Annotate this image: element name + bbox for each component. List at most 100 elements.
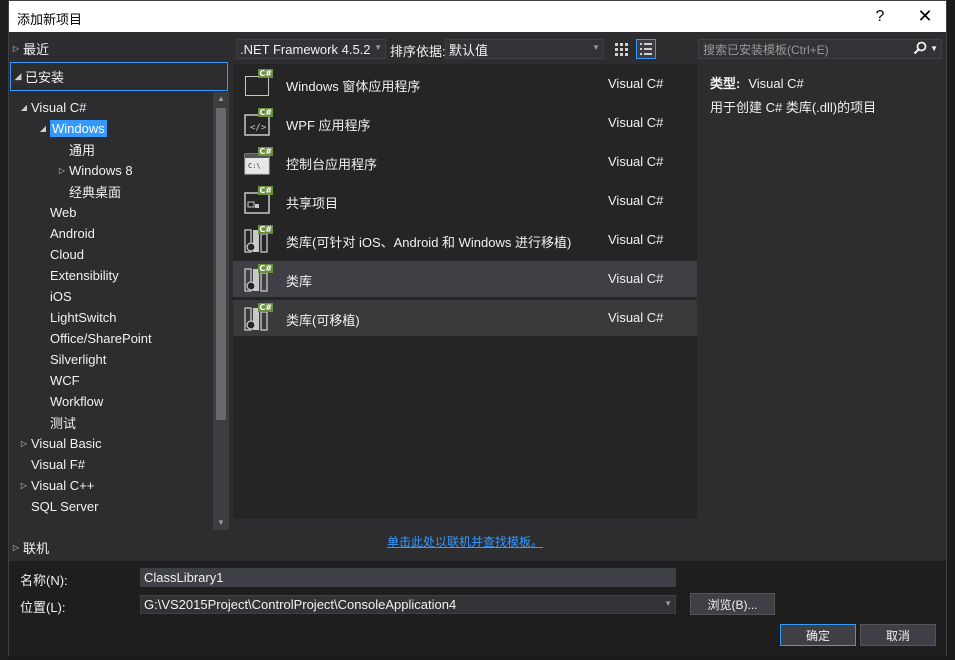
tree-node[interactable]: Office/SharePoint <box>36 328 152 349</box>
help-button[interactable]: ? <box>857 1 903 32</box>
tree-node-label: 测试 <box>50 416 77 431</box>
framework-select[interactable]: .NET Framework 4.5.2 ▼ <box>236 39 386 59</box>
scroll-up-icon[interactable]: ▲ <box>213 92 229 106</box>
tree-node-label: 联机 <box>23 540 50 556</box>
location-value: G:\VS2015Project\ControlProject\ConsoleA… <box>144 597 457 612</box>
tree-node[interactable]: iOS <box>36 286 72 307</box>
search-placeholder: 搜索已安装模板(Ctrl+E) <box>703 42 829 57</box>
tree-node-label: 最近 <box>23 41 50 57</box>
cancel-button[interactable]: 取消 <box>860 624 936 646</box>
expand-arrow-icon[interactable]: ▷ <box>9 44 23 53</box>
sort-label: 排序依据: <box>390 44 446 59</box>
framework-value: .NET Framework 4.5.2 <box>240 41 371 57</box>
tree-node[interactable]: ▷ Windows 8 <box>55 160 133 181</box>
tree-node-label: SQL Server <box>31 499 99 514</box>
tree-node[interactable]: Android <box>36 223 95 244</box>
tree-node-label: Workflow <box>50 394 104 409</box>
tree-node-recent[interactable]: ▷ 最近 <box>9 37 231 59</box>
browse-button[interactable]: 浏览(B)... <box>690 593 775 615</box>
template-language: Visual C# <box>608 271 664 286</box>
find-templates-online-link[interactable]: 单击此处以联机并查找模板。 <box>387 533 543 550</box>
template-description-panel: 类型: Visual C# 用于创建 C# 类库(.dll)的项目 <box>699 64 945 519</box>
class-library-icon: C# <box>243 303 273 333</box>
tree-node[interactable]: LightSwitch <box>36 307 116 328</box>
template-item[interactable]: C# Windows 窗体应用程序 Visual C# <box>233 66 697 102</box>
tree-node-label: Silverlight <box>50 352 107 367</box>
collapse-arrow-icon[interactable]: ◢ <box>11 71 25 82</box>
category-tree: ◢ Visual C# ◢ Windows 通用 ▷ Windows 8 经典桌面 Web And… <box>9 97 231 529</box>
chevron-down-icon[interactable]: ▼ <box>930 44 938 53</box>
tree-node-installed[interactable]: ◢ 已安装 <box>10 62 228 91</box>
tree-node[interactable]: Visual F# <box>17 454 85 475</box>
template-name: Windows 窗体应用程序 <box>286 79 421 94</box>
template-item[interactable]: C# 共享项目 Visual C# <box>233 183 697 219</box>
tree-node[interactable]: Web <box>36 202 77 223</box>
tree-node-label: Visual Basic <box>31 436 102 451</box>
tree-node-label: Visual C# <box>31 100 87 115</box>
tree-node-label: LightSwitch <box>50 310 117 325</box>
template-item[interactable]: </> C# WPF 应用程序 Visual C# <box>233 105 697 141</box>
tree-node[interactable]: Extensibility <box>36 265 119 286</box>
expand-arrow-icon[interactable]: ▷ <box>55 166 69 175</box>
expand-arrow-icon[interactable]: ▷ <box>9 543 23 552</box>
class-library-icon: C# <box>243 264 273 294</box>
search-installed-templates[interactable]: 搜索已安装模板(Ctrl+E) ▼ <box>698 39 942 59</box>
tree-node[interactable]: Silverlight <box>36 349 106 370</box>
tree-node[interactable]: ▷ Visual Basic <box>17 433 102 454</box>
tree-node-label: Extensibility <box>50 268 119 283</box>
csharp-badge-icon: C# <box>258 186 273 195</box>
tree-node[interactable]: ◢ Windows <box>36 118 107 139</box>
tree-node[interactable]: ▷ Visual C++ <box>17 475 94 496</box>
tree-scrollbar[interactable]: ▲ ▼ <box>213 92 229 530</box>
tree-node-label: 经典桌面 <box>69 185 122 200</box>
template-language: Visual C# <box>608 232 664 247</box>
tree-node[interactable]: Workflow <box>36 391 103 412</box>
dialog-title: 添加新项目 <box>17 12 83 27</box>
collapse-arrow-icon[interactable]: ◢ <box>17 103 31 112</box>
template-language: Visual C# <box>608 154 664 169</box>
template-language: Visual C# <box>608 193 664 208</box>
csharp-badge-icon: C# <box>258 108 273 117</box>
template-item[interactable]: C# 类库(可移植) Visual C# <box>233 300 697 336</box>
title-bar: 添加新项目 ? ✕ <box>9 1 946 32</box>
tree-node-label: 通用 <box>69 143 96 158</box>
tree-node[interactable]: ◢ Visual C# <box>17 97 86 118</box>
template-name: 控制台应用程序 <box>286 157 378 172</box>
add-new-item-dialog: 添加新项目 ? ✕ ▷ 最近 ◢ 已安装 ◢ Visual C# ◢ Windows 通… <box>8 0 947 656</box>
collapse-arrow-icon[interactable]: ◢ <box>36 124 50 133</box>
expand-arrow-icon[interactable]: ▷ <box>17 481 31 490</box>
chevron-down-icon[interactable]: ▼ <box>664 599 672 608</box>
template-type: 类型: Visual C# <box>710 73 804 92</box>
ok-button[interactable]: 确定 <box>780 624 856 646</box>
template-description: 用于创建 C# 类库(.dll)的项目 <box>710 100 877 115</box>
class-library-icon: C# <box>243 225 273 255</box>
name-field[interactable]: ClassLibrary1 <box>140 568 676 587</box>
template-name: 共享项目 <box>286 196 339 211</box>
search-icon[interactable] <box>913 41 927 58</box>
grid-view-button[interactable] <box>611 39 631 59</box>
scrollbar-thumb[interactable] <box>216 108 226 420</box>
tree-node-online[interactable]: ▷ 联机 <box>9 535 231 559</box>
sort-select[interactable]: 默认值 ▼ <box>445 39 604 59</box>
template-language: Visual C# <box>608 115 664 130</box>
name-value: ClassLibrary1 <box>144 570 224 585</box>
scroll-down-icon[interactable]: ▼ <box>213 516 229 530</box>
template-item[interactable]: C# 类库(可针对 iOS、Android 和 Windows 进行移植) Visu… <box>233 222 697 258</box>
expand-arrow-icon[interactable]: ▷ <box>17 439 31 448</box>
tree-node[interactable]: 经典桌面 <box>55 181 121 202</box>
tree-node-label: Web <box>50 205 77 220</box>
tree-node[interactable]: Cloud <box>36 244 84 265</box>
svg-text:</>: </> <box>250 123 267 133</box>
template-item[interactable]: C# 类库 Visual C# <box>233 261 697 297</box>
close-button[interactable]: ✕ <box>902 1 948 32</box>
tree-node-label: Visual C++ <box>31 478 95 493</box>
tree-node[interactable]: WCF <box>36 370 80 391</box>
location-field[interactable]: G:\VS2015Project\ControlProject\ConsoleA… <box>140 595 676 614</box>
list-view-button[interactable] <box>636 39 656 59</box>
tree-node[interactable]: 测试 <box>36 412 76 433</box>
tree-node[interactable]: SQL Server <box>17 496 98 517</box>
tree-node[interactable]: 通用 <box>55 139 95 160</box>
template-language: Visual C# <box>608 76 664 91</box>
tree-node-label: WCF <box>50 373 80 388</box>
template-item[interactable]: C:\ C# 控制台应用程序 Visual C# <box>233 144 697 180</box>
